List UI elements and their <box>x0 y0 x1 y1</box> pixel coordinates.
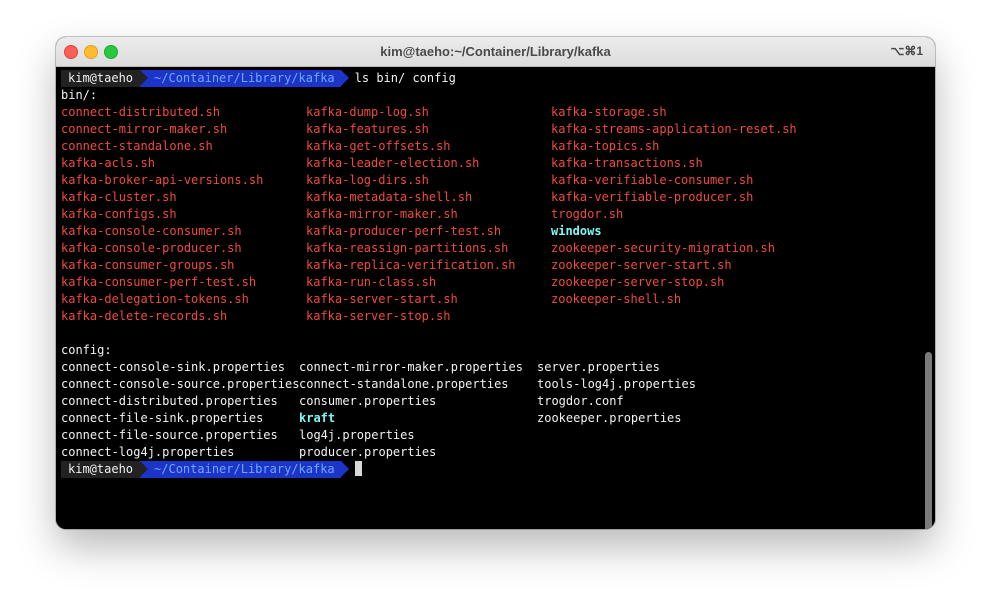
file-entry: kafka-consumer-groups.sh <box>61 258 235 272</box>
bin-heading: bin/: <box>61 88 98 102</box>
terminal-output[interactable]: kim@taeho ~/Container/Library/kafka ls bin… <box>56 67 921 529</box>
title-bar[interactable]: kim@taeho:~/Container/Library/kafka ⌥⌘1 <box>56 37 935 67</box>
file-entry: kafka-features.sh <box>306 122 429 136</box>
bin-listing: connect-distributed.sh connect-mirror-mak… <box>61 104 921 325</box>
file-entry: kafka-dump-log.sh <box>306 105 429 119</box>
file-entry: connect-distributed.sh <box>61 105 220 119</box>
file-entry: kafka-mirror-maker.sh <box>306 207 458 221</box>
prompt-user: kim@taeho <box>61 70 141 87</box>
file-entry: connect-mirror-maker.properties <box>299 360 523 374</box>
file-entry: consumer.properties <box>299 394 437 408</box>
file-entry: log4j.properties <box>299 428 415 442</box>
file-entry: kafka-streams-application-reset.sh <box>551 122 797 136</box>
file-entry: connect-mirror-maker.sh <box>61 122 228 136</box>
window-title: kim@taeho:~/Container/Library/kafka <box>380 44 611 59</box>
window-shortcut: ⌥⌘1 <box>890 44 923 58</box>
file-entry: zookeeper-server-stop.sh <box>551 275 725 289</box>
listing-column: server.properties tools-log4j.properties t… <box>537 359 775 461</box>
directory-entry: kraft <box>299 411 336 425</box>
listing-column: connect-mirror-maker.properties connect-s… <box>299 359 537 461</box>
prompt-line-active: kim@taeho ~/Container/Library/kafka <box>61 461 921 478</box>
file-entry: connect-log4j.properties <box>61 445 235 459</box>
file-entry: kafka-delegation-tokens.sh <box>61 292 249 306</box>
file-entry: kafka-console-consumer.sh <box>61 224 242 238</box>
directory-entry: windows <box>551 224 602 238</box>
file-entry: kafka-server-stop.sh <box>306 309 451 323</box>
file-entry: zookeeper-security-migration.sh <box>551 241 775 255</box>
config-listing: connect-console-sink.properties connect-c… <box>61 359 921 461</box>
file-entry: zookeeper-server-start.sh <box>551 258 732 272</box>
file-entry: kafka-server-start.sh <box>306 292 458 306</box>
file-entry: producer.properties <box>299 445 437 459</box>
prompt-path: ~/Container/Library/kafka <box>140 70 349 87</box>
file-entry: kafka-storage.sh <box>551 105 667 119</box>
file-entry: server.properties <box>537 360 660 374</box>
file-entry: connect-file-source.properties <box>61 428 278 442</box>
file-entry: connect-file-sink.properties <box>61 411 264 425</box>
config-heading: config: <box>61 343 112 357</box>
terminal-window: kim@taeho:~/Container/Library/kafka ⌥⌘1 … <box>56 37 935 529</box>
text-cursor[interactable] <box>354 461 362 476</box>
prompt-path: ~/Container/Library/kafka <box>140 461 349 478</box>
command-text: ls bin/ config <box>354 71 456 85</box>
file-entry: connect-standalone.properties <box>299 377 509 391</box>
file-entry: kafka-broker-api-versions.sh <box>61 173 264 187</box>
file-entry: kafka-get-offsets.sh <box>306 139 451 153</box>
file-entry: connect-standalone.sh <box>61 139 213 153</box>
file-entry: kafka-metadata-shell.sh <box>306 190 473 204</box>
scrollbar-track[interactable] <box>921 67 935 529</box>
listing-column: kafka-storage.sh kafka-streams-applicatio… <box>551 104 797 325</box>
file-entry: kafka-transactions.sh <box>551 156 703 170</box>
listing-column: kafka-dump-log.sh kafka-features.sh kafka-… <box>306 104 551 325</box>
scrollbar-thumb[interactable] <box>925 352 932 529</box>
file-entry: connect-distributed.properties <box>61 394 278 408</box>
file-entry: kafka-log-dirs.sh <box>306 173 429 187</box>
file-entry: trogdor.sh <box>551 207 624 221</box>
file-entry: kafka-verifiable-producer.sh <box>551 190 754 204</box>
file-entry: zookeeper.properties <box>537 411 682 425</box>
prompt-user: kim@taeho <box>61 461 141 478</box>
file-entry: kafka-configs.sh <box>61 207 177 221</box>
file-entry: kafka-console-producer.sh <box>61 241 242 255</box>
file-entry: kafka-acls.sh <box>61 156 155 170</box>
file-entry: zookeeper-shell.sh <box>551 292 682 306</box>
file-entry: kafka-reassign-partitions.sh <box>306 241 509 255</box>
file-entry: connect-console-sink.properties <box>61 360 285 374</box>
file-entry: kafka-leader-election.sh <box>306 156 480 170</box>
file-entry: trogdor.conf <box>537 394 624 408</box>
file-entry: kafka-cluster.sh <box>61 190 177 204</box>
prompt-line: kim@taeho ~/Container/Library/kafka ls bin… <box>61 70 921 87</box>
file-entry: kafka-topics.sh <box>551 139 660 153</box>
file-entry: connect-console-source.properties <box>61 377 300 391</box>
file-entry: kafka-delete-records.sh <box>61 309 228 323</box>
listing-column: connect-distributed.sh connect-mirror-mak… <box>61 104 306 325</box>
file-entry: kafka-producer-perf-test.sh <box>306 224 502 238</box>
file-entry: kafka-verifiable-consumer.sh <box>551 173 754 187</box>
file-entry: kafka-replica-verification.sh <box>306 258 516 272</box>
file-entry: tools-log4j.properties <box>537 377 696 391</box>
file-entry: kafka-run-class.sh <box>306 275 437 289</box>
listing-column: connect-console-sink.properties connect-c… <box>61 359 299 461</box>
file-entry: kafka-consumer-perf-test.sh <box>61 275 257 289</box>
